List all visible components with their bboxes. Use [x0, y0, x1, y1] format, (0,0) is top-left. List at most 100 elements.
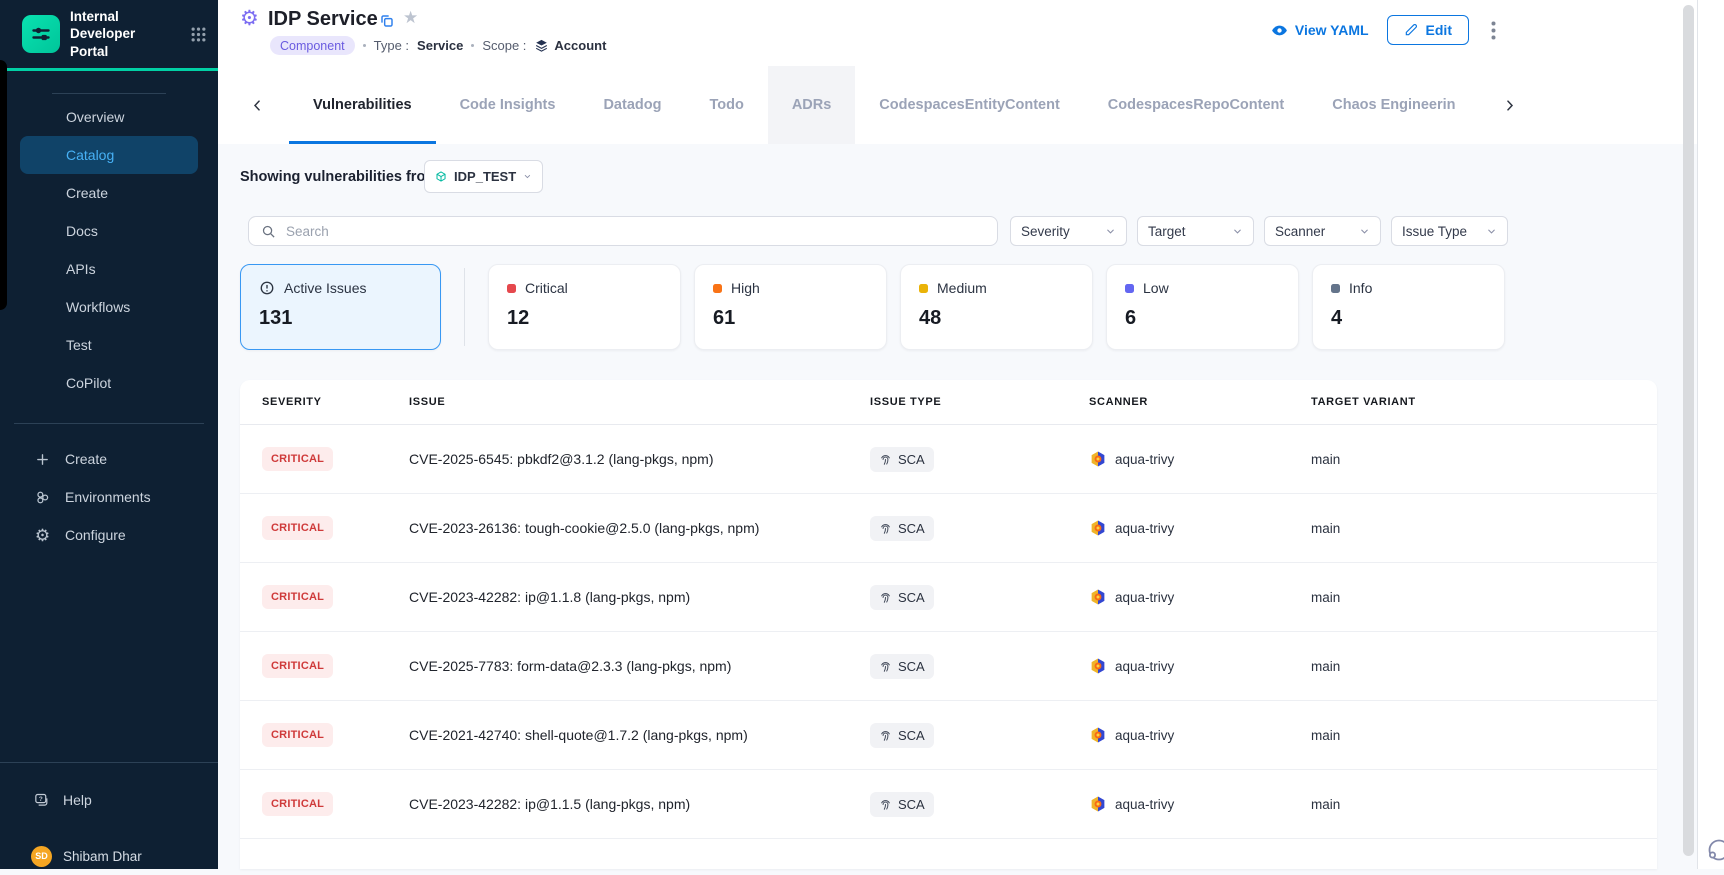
- tab-adrs[interactable]: ADRs: [768, 66, 855, 144]
- filter-scanner[interactable]: Scanner: [1264, 216, 1381, 246]
- issue-text: CVE-2025-7783: form-data@2.3.3 (lang-pkg…: [409, 658, 870, 674]
- sidebar-item-test[interactable]: Test: [0, 326, 218, 364]
- right-utility-rail: [1697, 0, 1724, 869]
- low-card[interactable]: Low 6: [1106, 264, 1299, 350]
- column-header-issue-type: ISSUE TYPE: [870, 396, 1089, 408]
- issue-type-chip: SCA: [870, 792, 934, 817]
- severity-badge: CRITICAL: [262, 585, 333, 609]
- sidebar-user[interactable]: SD Shibam Dhar: [0, 837, 218, 875]
- fingerprint-icon: [879, 453, 892, 466]
- card-label: Medium: [937, 280, 987, 296]
- card-value: 61: [713, 307, 868, 330]
- target-variant: main: [1311, 797, 1657, 812]
- view-yaml-link[interactable]: View YAML: [1271, 22, 1369, 39]
- sidebar-action-environments[interactable]: Environments: [0, 478, 218, 516]
- search-box: [248, 216, 998, 246]
- sidebar-item-copilot[interactable]: CoPilot: [0, 364, 218, 402]
- table-row[interactable]: CRITICAL CVE-2025-6545: pbkdf2@3.1.2 (la…: [240, 425, 1657, 494]
- tab-datadog[interactable]: Datadog: [579, 66, 685, 144]
- tab-code-insights[interactable]: Code Insights: [436, 66, 580, 144]
- sidebar-item-catalog[interactable]: Catalog: [20, 136, 198, 174]
- card-label: Critical: [525, 280, 568, 296]
- medium-card[interactable]: Medium 48: [900, 264, 1093, 350]
- copy-icon[interactable]: [379, 13, 395, 29]
- sidebar-action-label: Create: [65, 451, 107, 467]
- portal-title: Internal Developer Portal: [70, 8, 170, 61]
- scanner-cell: aqua-trivy: [1089, 726, 1311, 744]
- issue-type-label: SCA: [898, 452, 925, 467]
- table-row[interactable]: CRITICAL CVE-2023-42282: ip@1.1.8 (lang-…: [240, 563, 1657, 632]
- tab-vulnerabilities[interactable]: Vulnerabilities: [289, 66, 436, 144]
- table-row[interactable]: CRITICAL CVE-2021-42740: shell-quote@1.7…: [240, 701, 1657, 770]
- package-icon: [435, 169, 447, 184]
- sidebar-item-workflows[interactable]: Workflows: [0, 288, 218, 326]
- sidebar-divider: [52, 93, 166, 94]
- tab-todo[interactable]: Todo: [685, 66, 767, 144]
- header-actions: View YAML Edit: [1271, 15, 1500, 45]
- star-icon[interactable]: ★: [403, 8, 418, 28]
- tab-chaos-engineering[interactable]: Chaos Engineerin: [1308, 66, 1479, 144]
- help-chat-icon: ?: [33, 792, 50, 809]
- sidebar-action-create[interactable]: Create: [0, 440, 218, 478]
- alert-circle-icon: [259, 280, 275, 296]
- severity-badge: CRITICAL: [262, 447, 333, 471]
- filter-issue-type[interactable]: Issue Type: [1391, 216, 1508, 246]
- issue-type-chip: SCA: [870, 585, 934, 610]
- help-widget-icon[interactable]: [1705, 836, 1724, 864]
- tab-codespaces-entity-content[interactable]: CodespacesEntityContent: [855, 66, 1083, 144]
- severity-badge: CRITICAL: [262, 516, 333, 540]
- tabs-scroll-left-icon[interactable]: [242, 98, 273, 113]
- sidebar-item-docs[interactable]: Docs: [0, 212, 218, 250]
- sidebar: Internal Developer Portal Overview Catal…: [0, 0, 218, 869]
- sidebar-help[interactable]: ? Help: [0, 781, 218, 819]
- column-header-scanner: SCANNER: [1089, 396, 1311, 408]
- sidebar-item-apis[interactable]: APIs: [0, 250, 218, 288]
- target-variant: main: [1311, 728, 1657, 743]
- issue-text: CVE-2023-42282: ip@1.1.8 (lang-pkgs, npm…: [409, 589, 870, 605]
- vertical-scrollbar[interactable]: [1683, 5, 1694, 856]
- search-input[interactable]: [284, 223, 985, 240]
- issue-text: CVE-2023-42282: ip@1.1.5 (lang-pkgs, npm…: [409, 796, 870, 812]
- issue-type-label: SCA: [898, 590, 925, 605]
- showing-vulnerabilities-label: Showing vulnerabilities from: [240, 169, 438, 185]
- tab-codespaces-repo-content[interactable]: CodespacesRepoContent: [1084, 66, 1308, 144]
- kebab-menu-icon[interactable]: [1487, 21, 1500, 40]
- table-row[interactable]: CRITICAL CVE-2023-26136: tough-cookie@2.…: [240, 494, 1657, 563]
- issue-type-label: SCA: [898, 521, 925, 536]
- table-row[interactable]: CRITICAL CVE-2025-7783: form-data@2.3.3 …: [240, 632, 1657, 701]
- card-label: Active Issues: [284, 280, 366, 296]
- fingerprint-icon: [879, 798, 892, 811]
- apps-grid-icon[interactable]: [191, 27, 206, 42]
- chevron-down-icon: [1232, 226, 1243, 237]
- scanner-cell: aqua-trivy: [1089, 450, 1311, 468]
- issue-text: CVE-2021-42740: shell-quote@1.7.2 (lang-…: [409, 727, 870, 743]
- info-card[interactable]: Info 4: [1312, 264, 1505, 350]
- filter-target[interactable]: Target: [1137, 216, 1254, 246]
- severity-badge: CRITICAL: [262, 792, 333, 816]
- svg-text:?: ?: [39, 795, 43, 802]
- card-value: 12: [507, 307, 662, 330]
- sidebar-nav: Overview Catalog Create Docs APIs Workfl…: [0, 98, 218, 402]
- edit-button[interactable]: Edit: [1387, 15, 1469, 45]
- avatar: SD: [31, 846, 52, 867]
- active-issues-card[interactable]: Active Issues 131: [240, 264, 441, 350]
- target-variant: main: [1311, 590, 1657, 605]
- card-label: High: [731, 280, 760, 296]
- issue-type-label: SCA: [898, 728, 925, 743]
- project-selector[interactable]: IDP_TEST: [424, 160, 543, 193]
- low-dot: [1125, 284, 1134, 293]
- chevron-down-icon: [1359, 226, 1370, 237]
- high-card[interactable]: High 61: [694, 264, 887, 350]
- sidebar-action-configure[interactable]: ⚙ Configure: [0, 516, 218, 554]
- sidebar-item-create[interactable]: Create: [0, 174, 218, 212]
- card-value: 48: [919, 307, 1074, 330]
- info-dot: [1331, 284, 1340, 293]
- filter-severity[interactable]: Severity: [1010, 216, 1127, 246]
- table-row[interactable]: CRITICAL CVE-2023-42282: ip@1.1.5 (lang-…: [240, 770, 1657, 839]
- type-label: Type :: [374, 38, 409, 53]
- sidebar-item-overview[interactable]: Overview: [0, 98, 218, 136]
- tabs-scroll-right-icon[interactable]: [1494, 98, 1525, 113]
- app-logo: [22, 15, 60, 53]
- critical-card[interactable]: Critical 12: [488, 264, 681, 350]
- card-value: 131: [259, 307, 422, 330]
